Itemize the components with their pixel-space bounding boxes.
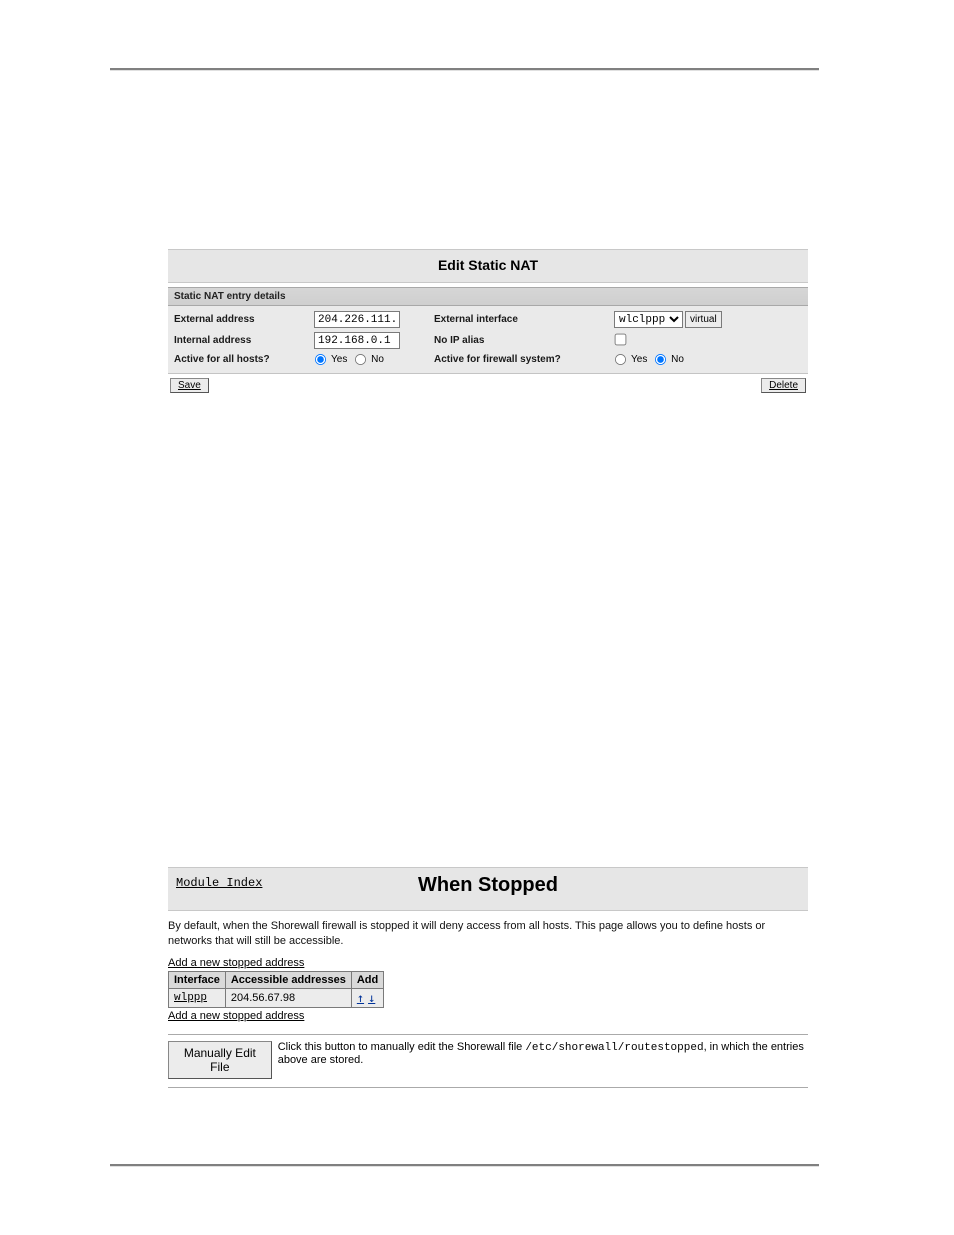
- form-body: External address External interface wlcl…: [168, 306, 808, 374]
- delete-button[interactable]: Delete: [761, 378, 806, 393]
- table-row: wlppp 204.56.67.98 ↑ ↓: [169, 988, 384, 1007]
- panel-title: Edit Static NAT: [168, 249, 808, 283]
- manual-edit-description: Click this button to manually edit the S…: [278, 1041, 808, 1066]
- cell-addresses: 204.56.67.98: [225, 988, 351, 1007]
- bottom-rule: [110, 1164, 819, 1167]
- firewall-no-radio[interactable]: [655, 354, 666, 365]
- divider: [168, 1034, 808, 1035]
- label-external-address: External address: [174, 314, 314, 325]
- label-active-firewall: Active for firewall system?: [434, 354, 614, 365]
- all-hosts-no-radio[interactable]: [355, 354, 366, 365]
- label-active-all-hosts: Active for all hosts?: [174, 354, 314, 365]
- label-internal-address: Internal address: [174, 335, 314, 346]
- static-nat-panel: Edit Static NAT Static NAT entry details…: [168, 249, 808, 397]
- radio-yes-label: Yes: [331, 354, 347, 365]
- stopped-addresses-table: Interface Accessible addresses Add wlppp…: [168, 971, 384, 1008]
- add-stopped-address-link-top[interactable]: Add a new stopped address: [168, 957, 304, 969]
- divider-bottom: [168, 1087, 808, 1088]
- save-button[interactable]: Save: [170, 378, 209, 393]
- internal-address-input[interactable]: [314, 332, 400, 349]
- section-header: Static NAT entry details: [168, 287, 808, 306]
- all-hosts-yes-radio[interactable]: [315, 354, 326, 365]
- radio-no-label2: No: [671, 354, 684, 365]
- add-stopped-address-link-bottom[interactable]: Add a new stopped address: [168, 1010, 304, 1022]
- move-up-icon[interactable]: ↑: [357, 991, 364, 1005]
- top-rule: [110, 68, 819, 71]
- th-addresses: Accessible addresses: [225, 971, 351, 988]
- firewall-yes-radio[interactable]: [615, 354, 626, 365]
- move-down-icon[interactable]: ↓: [368, 991, 375, 1005]
- manually-edit-file-button[interactable]: Manually Edit File: [168, 1041, 272, 1079]
- external-address-input[interactable]: [314, 311, 400, 328]
- no-ip-alias-checkbox[interactable]: [615, 333, 627, 345]
- th-interface: Interface: [169, 971, 226, 988]
- when-stopped-panel: Module Index When Stopped By default, wh…: [168, 867, 808, 1088]
- virtual-button[interactable]: virtual: [685, 311, 722, 328]
- radio-yes-label2: Yes: [631, 354, 647, 365]
- interface-link[interactable]: wlppp: [174, 992, 207, 1004]
- label-external-interface: External interface: [434, 314, 614, 325]
- config-path: /etc/shorewall/routestopped: [525, 1042, 703, 1054]
- module-index-link[interactable]: Module Index: [176, 876, 262, 890]
- label-no-ip-alias: No IP alias: [434, 335, 614, 346]
- panel-title: When Stopped: [176, 872, 800, 901]
- radio-no-label: No: [371, 354, 384, 365]
- description-text: By default, when the Shorewall firewall …: [168, 911, 808, 957]
- panel-header-bar: Module Index When Stopped: [168, 867, 808, 911]
- external-interface-select[interactable]: wlclppp: [614, 311, 683, 328]
- th-add: Add: [351, 971, 383, 988]
